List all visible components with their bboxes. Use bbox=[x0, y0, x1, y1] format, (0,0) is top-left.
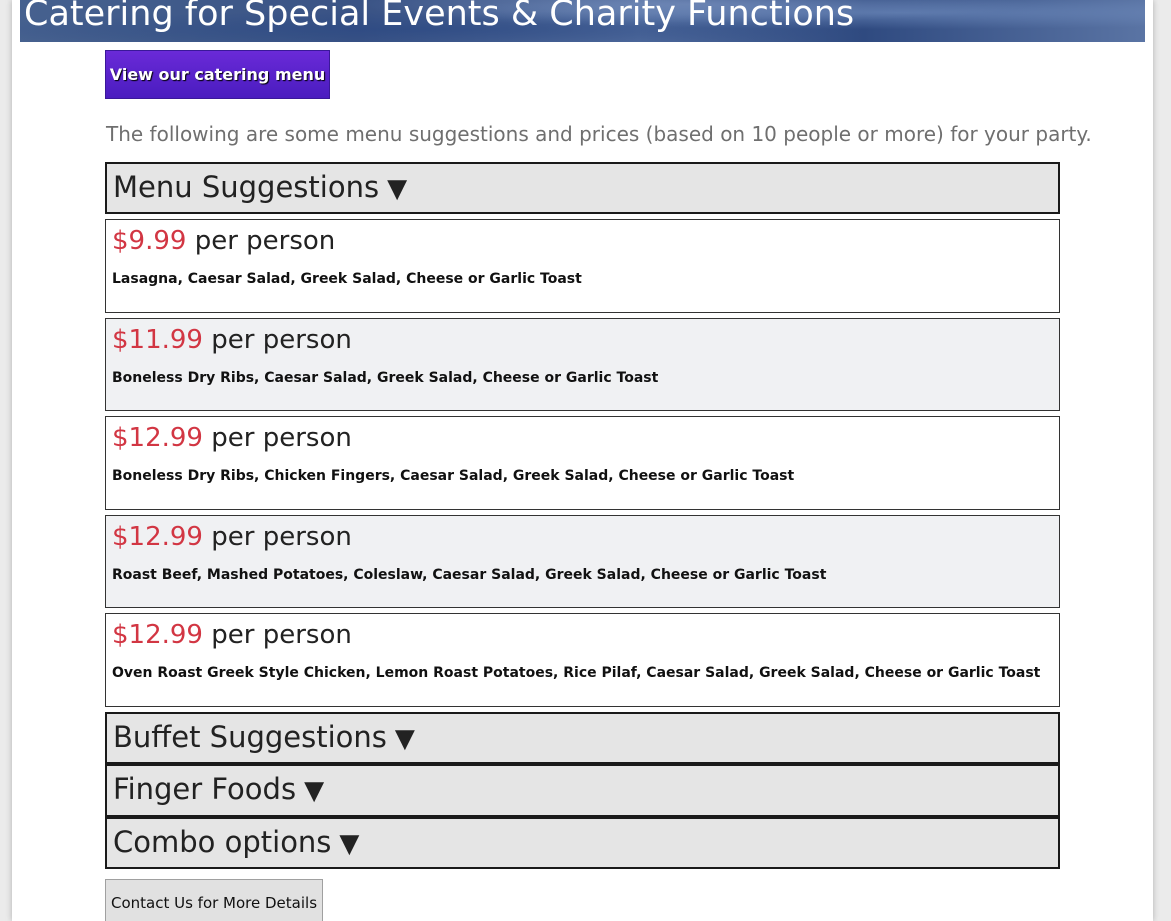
menu-item-contents: Roast Beef, Mashed Potatoes, Coleslaw, C… bbox=[112, 567, 827, 583]
page-container: Catering for Special Events & Charity Fu… bbox=[12, 0, 1153, 921]
finger-foods-header[interactable]: Finger Foods ▼ bbox=[105, 764, 1060, 817]
price-unit: per person bbox=[202, 522, 352, 552]
price-line: $9.99 per person bbox=[112, 226, 335, 256]
menu-item-card: $12.99 per person Boneless Dry Ribs, Chi… bbox=[105, 416, 1060, 510]
expand-arrow-icon: ▼ bbox=[304, 776, 325, 806]
price-line: $12.99 per person bbox=[112, 423, 352, 453]
view-catering-menu-button[interactable]: View our catering menu bbox=[105, 50, 330, 99]
menu-item-contents: Boneless Dry Ribs, Caesar Salad, Greek S… bbox=[112, 370, 659, 386]
price-unit: per person bbox=[202, 620, 352, 650]
expand-arrow-icon: ▼ bbox=[387, 174, 408, 204]
finger-foods-label: Finger Foods bbox=[113, 772, 297, 806]
menu-item-contents: Oven Roast Greek Style Chicken, Lemon Ro… bbox=[112, 665, 1041, 681]
menu-item-card: $11.99 per person Boneless Dry Ribs, Cae… bbox=[105, 318, 1060, 411]
menu-suggestions-label: Menu Suggestions bbox=[113, 170, 380, 204]
menu-item-card: $12.99 per person Roast Beef, Mashed Pot… bbox=[105, 515, 1060, 608]
hero-title: Catering for Special Events & Charity Fu… bbox=[24, 0, 855, 34]
contact-us-button[interactable]: Contact Us for More Details bbox=[105, 879, 323, 921]
expand-arrow-icon: ▼ bbox=[394, 724, 415, 754]
price-unit: per person bbox=[202, 325, 352, 355]
intro-text: The following are some menu suggestions … bbox=[106, 122, 1092, 146]
combo-options-label: Combo options bbox=[113, 825, 332, 859]
hero-banner: Catering for Special Events & Charity Fu… bbox=[20, 0, 1145, 42]
menu-suggestions-header[interactable]: Menu Suggestions ▼ bbox=[105, 162, 1060, 214]
menu-item-card: $12.99 per person Oven Roast Greek Style… bbox=[105, 613, 1060, 707]
price: $12.99 bbox=[112, 423, 203, 453]
price: $12.99 bbox=[112, 522, 203, 552]
combo-options-header[interactable]: Combo options ▼ bbox=[105, 817, 1060, 869]
price-line: $12.99 per person bbox=[112, 620, 352, 650]
price-unit: per person bbox=[186, 226, 336, 256]
price: $9.99 bbox=[112, 226, 187, 256]
buffet-suggestions-label: Buffet Suggestions bbox=[113, 720, 387, 754]
menu-item-card: $9.99 per person Lasagna, Caesar Salad, … bbox=[105, 219, 1060, 313]
price-line: $12.99 per person bbox=[112, 522, 352, 552]
price: $11.99 bbox=[112, 325, 203, 355]
menu-item-contents: Boneless Dry Ribs, Chicken Fingers, Caes… bbox=[112, 468, 795, 484]
price: $12.99 bbox=[112, 620, 203, 650]
menu-item-contents: Lasagna, Caesar Salad, Greek Salad, Chee… bbox=[112, 271, 582, 287]
expand-arrow-icon: ▼ bbox=[339, 829, 360, 859]
price-unit: per person bbox=[202, 423, 352, 453]
buffet-suggestions-header[interactable]: Buffet Suggestions ▼ bbox=[105, 712, 1060, 764]
price-line: $11.99 per person bbox=[112, 325, 352, 355]
